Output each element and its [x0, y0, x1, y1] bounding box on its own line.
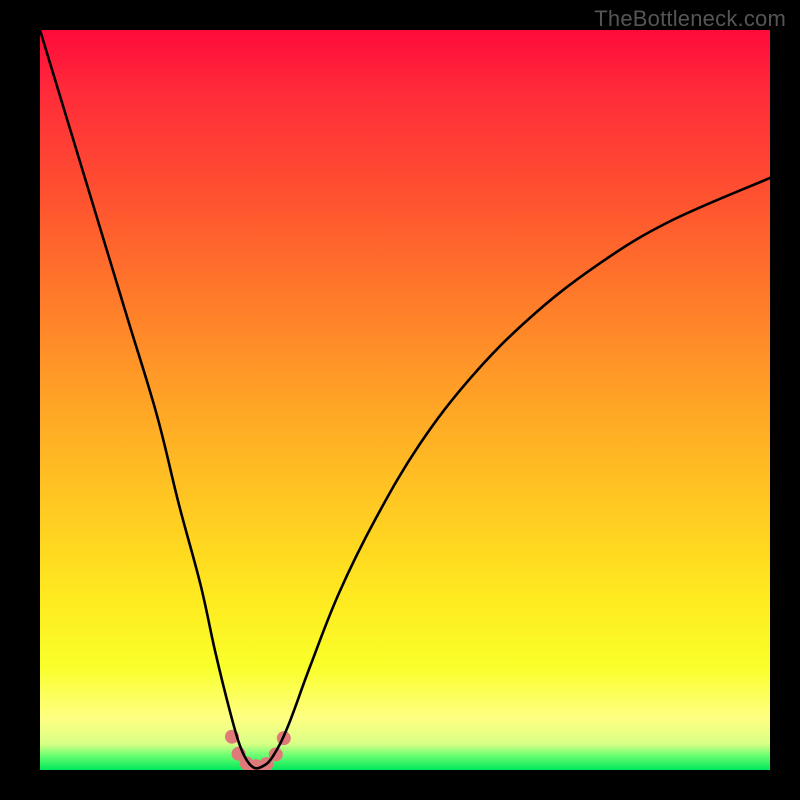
bottleneck-curve: [40, 30, 770, 768]
plot-area: [40, 30, 770, 770]
markers-group: [225, 730, 291, 770]
chart-frame: TheBottleneck.com: [0, 0, 800, 800]
watermark-label: TheBottleneck.com: [594, 6, 786, 32]
curve-svg: [40, 30, 770, 770]
